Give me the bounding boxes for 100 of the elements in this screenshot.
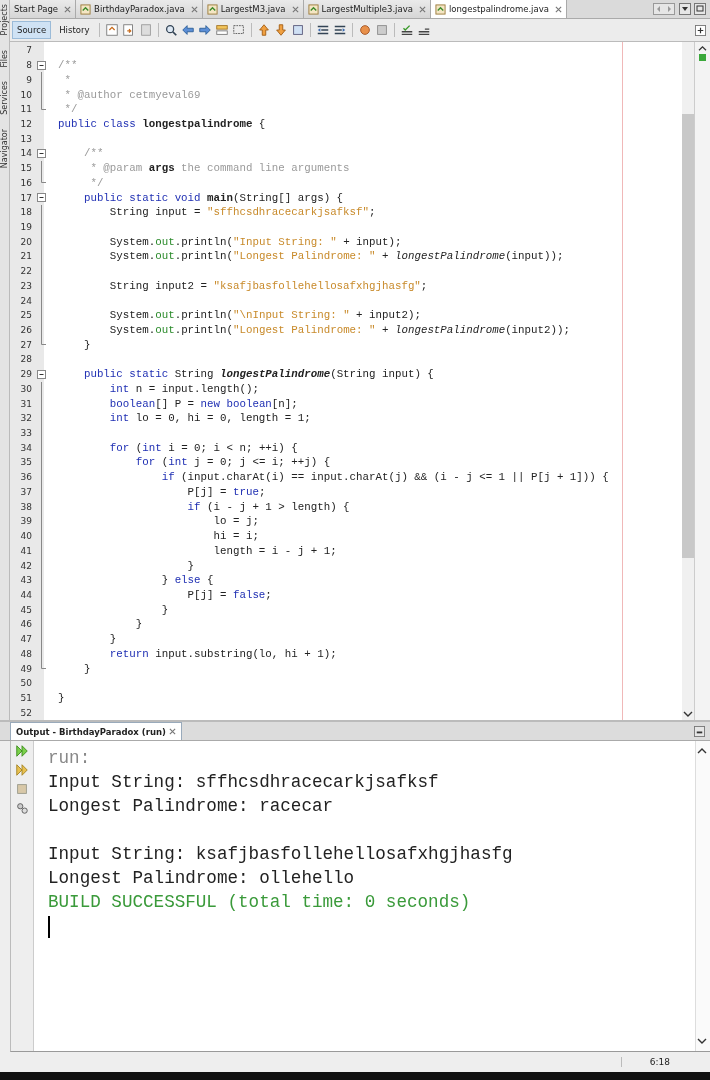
close-icon[interactable] — [64, 5, 72, 13]
line-number: 49 — [19, 663, 32, 674]
fold-toggle-icon[interactable] — [36, 60, 46, 70]
output-line: run: — [48, 748, 91, 768]
line-number: 10 — [19, 89, 32, 100]
code-line: if (input.charAt(i) == input.charAt(j) && (i - j <= 1 || P[j + 1])) { — [160, 471, 609, 484]
code-line: P[j] = false; — [186, 588, 272, 601]
stop-icon[interactable] — [15, 782, 29, 796]
line-number: 17 — [19, 192, 32, 203]
line-number: 38 — [19, 501, 32, 512]
line-number: 27 — [19, 339, 32, 350]
line-number: 26 — [19, 325, 32, 335]
editor-tab[interactable]: LargestMultiple3.java — [303, 0, 431, 18]
code-line: P[j] = true; — [186, 485, 266, 498]
line-number: 29 — [19, 369, 32, 380]
line-number: 42 — [19, 560, 32, 571]
side-panel-tab[interactable]: Services — [0, 81, 9, 115]
code-line: length = i - j + 1; — [212, 544, 337, 557]
code-line: System.out.println("\nInput String: " + input2); — [108, 309, 421, 322]
dropdown-icon[interactable] — [679, 3, 691, 15]
line-number: 8 — [25, 60, 32, 71]
fold-toggle-icon[interactable] — [36, 369, 46, 379]
scrollbar-thumb[interactable] — [682, 114, 694, 558]
code-line: int lo = 0, hi = 0, length = 1; — [108, 412, 311, 425]
code-line: public static void main(String[] args) { — [82, 191, 344, 204]
vertical-scrollbar[interactable] — [682, 42, 694, 720]
line-number: 39 — [19, 516, 32, 527]
line-number: 43 — [19, 575, 32, 586]
line-number: 13 — [19, 133, 32, 144]
line-number: 40 — [19, 531, 32, 542]
scroll-down-icon[interactable] — [683, 710, 693, 718]
close-icon[interactable] — [168, 728, 176, 735]
side-panel-tab[interactable]: Navigator — [0, 128, 9, 168]
output-line: Longest Palindrome: racecar — [48, 796, 334, 816]
maximize-icon[interactable] — [694, 3, 706, 15]
plus-icon[interactable] — [695, 24, 706, 36]
code-line: lo = j; — [212, 515, 259, 528]
fold-toggle-icon[interactable] — [36, 193, 46, 203]
shift-left-icon[interactable] — [316, 23, 331, 37]
side-panel-tab[interactable]: Projects — [0, 4, 9, 36]
editor-tab[interactable]: Start Page — [10, 0, 77, 18]
stop-icon[interactable] — [375, 23, 390, 37]
line-number: 19 — [19, 222, 32, 232]
close-icon[interactable] — [291, 5, 299, 13]
view-toggle[interactable]: Source — [12, 21, 52, 39]
line-number: 36 — [19, 472, 32, 483]
editor-tab[interactable]: LargestM3.java — [202, 0, 304, 18]
fold-toggle-icon[interactable] — [36, 148, 46, 158]
left-arrow-icon[interactable] — [181, 23, 196, 37]
close-icon[interactable] — [418, 5, 426, 13]
code-line: } — [108, 633, 117, 646]
shift-right-icon[interactable] — [333, 23, 348, 37]
line-number: 41 — [19, 545, 32, 556]
output-tab[interactable]: Output - BirthdayParadox (run) — [10, 722, 182, 740]
view-toggle[interactable]: History — [54, 21, 95, 39]
check-lines-icon[interactable] — [400, 23, 415, 37]
output-line: Longest Palindrome: ollehello — [48, 868, 355, 888]
line-number: 35 — [19, 457, 32, 468]
rerun-with-options-icon[interactable] — [15, 763, 29, 777]
close-icon[interactable] — [554, 5, 562, 13]
line-number: 24 — [19, 295, 32, 306]
scroll-up-icon[interactable] — [697, 747, 707, 755]
code-line: */ — [89, 176, 104, 189]
selection-icon[interactable] — [232, 23, 247, 37]
line-number: 7 — [25, 45, 32, 56]
line-number: 44 — [19, 589, 32, 600]
scroll-up-icon[interactable] — [698, 45, 707, 52]
code-line: } — [160, 603, 169, 616]
code-line: String input = "sffhcsdhracecarkjsafksf"; — [108, 206, 376, 219]
code-line: System.out.println("Longest Palindrome: " + longestPalindrome(input)); — [108, 250, 564, 263]
scroll-down-icon[interactable] — [697, 1037, 707, 1045]
editor-tab[interactable]: BirthdayParadox.java — [76, 0, 203, 18]
rerun-icon[interactable] — [15, 744, 29, 758]
line-number: 47 — [19, 634, 32, 645]
up-arrow-icon[interactable] — [257, 23, 272, 37]
code-line: } — [82, 662, 91, 675]
line-number: 25 — [19, 310, 32, 321]
editor-tab[interactable]: longestpalindrome.java — [430, 0, 567, 18]
code-line: */ — [63, 103, 78, 116]
code-line: } — [82, 338, 91, 351]
down-arrow-icon[interactable] — [274, 23, 289, 37]
code-line: } — [134, 618, 143, 631]
code-line: if (i - j + 1 > length) { — [186, 500, 350, 513]
line-number: 48 — [19, 648, 32, 659]
line-number: 11 — [19, 104, 32, 115]
text-cursor — [48, 916, 50, 938]
right-arrow-icon[interactable] — [198, 23, 213, 37]
code-line: } — [186, 559, 195, 572]
line-number: 18 — [19, 207, 32, 218]
record-icon[interactable] — [358, 23, 373, 37]
close-icon[interactable] — [190, 5, 198, 13]
search-icon[interactable] — [164, 23, 179, 37]
line-number: 46 — [19, 619, 32, 630]
minimize-icon[interactable] — [694, 725, 705, 737]
code-line: * @param args the command line arguments — [89, 162, 350, 175]
line-number: 12 — [19, 118, 32, 129]
side-panel-tab[interactable]: Files — [0, 49, 9, 68]
code-line: /** — [82, 147, 104, 160]
line-number: 16 — [19, 177, 32, 188]
highlight-icon[interactable] — [215, 23, 230, 37]
